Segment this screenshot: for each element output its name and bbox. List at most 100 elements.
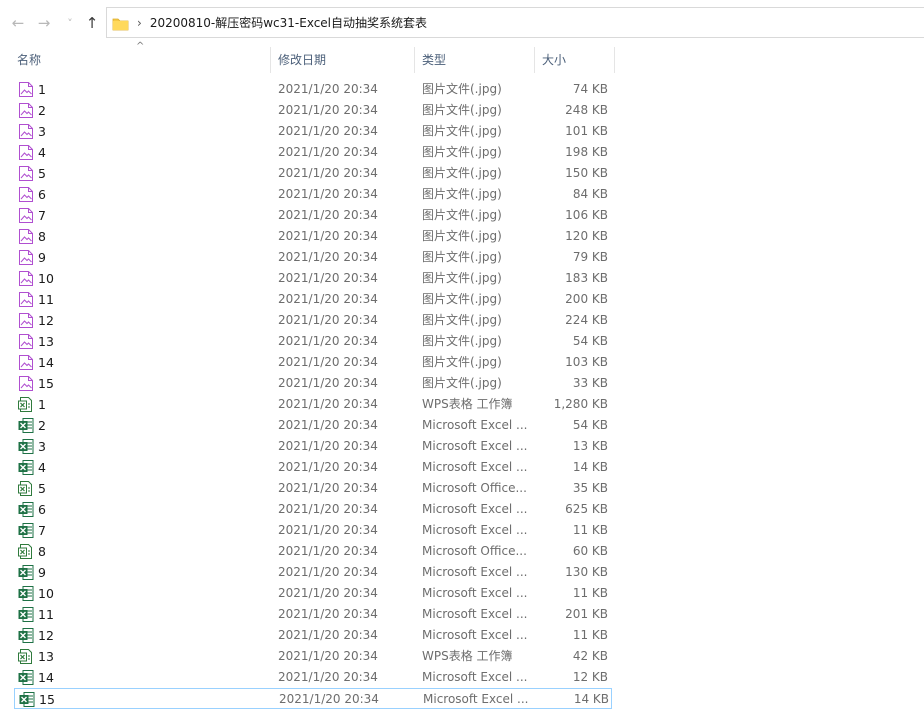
file-size: 42 KB (572, 649, 608, 663)
column-divider[interactable] (614, 47, 615, 73)
file-row[interactable]: 2 2021/1/20 20:34 Microsoft Excel ... 54 KB (14, 415, 612, 436)
file-type: WPS表格 工作簿 (422, 649, 513, 663)
file-type: Microsoft Excel ... (422, 418, 528, 432)
file-size: 150 KB (565, 166, 608, 180)
column-header-size[interactable]: 大小 (536, 47, 614, 73)
file-modified-date: 2021/1/20 20:34 (278, 313, 378, 327)
file-name: 14 (38, 355, 54, 370)
file-row[interactable]: 12 2021/1/20 20:34 图片文件(.jpg) 224 KB (14, 310, 612, 331)
file-row[interactable]: 11 2021/1/20 20:34 图片文件(.jpg) 200 KB (14, 289, 612, 310)
file-name: 3 (38, 124, 46, 139)
file-modified-date: 2021/1/20 20:34 (278, 250, 378, 264)
excel-icon (18, 522, 34, 539)
file-modified-date: 2021/1/20 20:34 (278, 502, 378, 516)
excel-icon (18, 501, 34, 518)
file-modified-date: 2021/1/20 20:34 (278, 544, 378, 558)
file-modified-date: 2021/1/20 20:34 (278, 523, 378, 537)
file-modified-date: 2021/1/20 20:34 (278, 292, 378, 306)
file-modified-date: 2021/1/20 20:34 (278, 649, 378, 663)
file-row[interactable]: 1 2021/1/20 20:34 WPS表格 工作簿 1,280 KB (14, 394, 612, 415)
file-name: 8 (38, 229, 46, 244)
column-header-date[interactable]: 修改日期 (272, 47, 414, 73)
file-size: 79 KB (572, 250, 608, 264)
image-icon (18, 270, 34, 287)
column-header-type[interactable]: 类型 (416, 47, 534, 73)
file-row[interactable]: 5 2021/1/20 20:34 图片文件(.jpg) 150 KB (14, 163, 612, 184)
file-modified-date: 2021/1/20 20:34 (278, 208, 378, 222)
file-size: 14 KB (573, 692, 609, 706)
file-modified-date: 2021/1/20 20:34 (278, 145, 378, 159)
file-name: 2 (38, 103, 46, 118)
file-type: 图片文件(.jpg) (422, 334, 502, 348)
file-row[interactable]: 7 2021/1/20 20:34 图片文件(.jpg) 106 KB (14, 205, 612, 226)
file-row[interactable]: 15 2021/1/20 20:34 图片文件(.jpg) 33 KB (14, 373, 612, 394)
file-modified-date: 2021/1/20 20:34 (278, 334, 378, 348)
file-row[interactable]: 14 2021/1/20 20:34 图片文件(.jpg) 103 KB (14, 352, 612, 373)
recent-locations-chevron-icon[interactable]: ˅ (62, 14, 78, 32)
file-row[interactable]: 10 2021/1/20 20:34 Microsoft Excel ... 11 K… (14, 583, 612, 604)
up-arrow-icon[interactable]: ↑ (84, 14, 100, 32)
file-type: Microsoft Excel ... (422, 670, 528, 684)
file-row[interactable]: 2 2021/1/20 20:34 图片文件(.jpg) 248 KB (14, 100, 612, 121)
image-icon (18, 123, 34, 140)
file-name: 9 (38, 250, 46, 265)
forward-arrow-icon[interactable]: → (36, 14, 52, 32)
file-row[interactable]: 11 2021/1/20 20:34 Microsoft Excel ... 201 … (14, 604, 612, 625)
file-row[interactable]: 9 2021/1/20 20:34 Microsoft Excel ... 130 K… (14, 562, 612, 583)
navigation-bar: ← → ˅ ↑ › 20200810-解压密码wc31-Excel自动抽奖系统套… (0, 0, 924, 46)
address-bar[interactable]: › 20200810-解压密码wc31-Excel自动抽奖系统套表 (106, 7, 924, 38)
file-name: 15 (39, 692, 55, 707)
file-modified-date: 2021/1/20 20:34 (278, 166, 378, 180)
excel-icon (18, 564, 34, 581)
breadcrumb-current-folder[interactable]: 20200810-解压密码wc31-Excel自动抽奖系统套表 (150, 14, 427, 31)
file-size: 248 KB (565, 103, 608, 117)
file-row[interactable]: 1 2021/1/20 20:34 图片文件(.jpg) 74 KB (14, 79, 612, 100)
file-row[interactable]: 6 2021/1/20 20:34 Microsoft Excel ... 625 K… (14, 499, 612, 520)
file-row-selected[interactable]: 15 2021/1/20 20:34 Microsoft Excel ... 14 K… (14, 688, 612, 709)
column-divider[interactable] (414, 47, 415, 73)
excel-icon (18, 627, 34, 644)
file-modified-date: 2021/1/20 20:34 (278, 229, 378, 243)
file-size: 35 KB (572, 481, 608, 495)
file-modified-date: 2021/1/20 20:34 (278, 397, 378, 411)
file-row[interactable]: 4 2021/1/20 20:34 Microsoft Excel ... 14 KB (14, 457, 612, 478)
file-modified-date: 2021/1/20 20:34 (278, 586, 378, 600)
file-type: 图片文件(.jpg) (422, 124, 502, 138)
file-row[interactable]: 3 2021/1/20 20:34 Microsoft Excel ... 13 KB (14, 436, 612, 457)
file-type: Microsoft Excel ... (422, 607, 528, 621)
file-name: 13 (38, 334, 54, 349)
file-type: Microsoft Office... (422, 544, 527, 558)
file-row[interactable]: 13 2021/1/20 20:34 WPS表格 工作簿 42 KB (14, 646, 612, 667)
file-row[interactable]: 14 2021/1/20 20:34 Microsoft Excel ... 12 K… (14, 667, 612, 688)
file-row[interactable]: 5 2021/1/20 20:34 Microsoft Office... 35 KB (14, 478, 612, 499)
file-size: 14 KB (572, 460, 608, 474)
file-row[interactable]: 3 2021/1/20 20:34 图片文件(.jpg) 101 KB (14, 121, 612, 142)
file-type: 图片文件(.jpg) (422, 271, 502, 285)
file-row[interactable]: 8 2021/1/20 20:34 Microsoft Office... 60 KB (14, 541, 612, 562)
image-icon (18, 165, 34, 182)
file-size: 54 KB (572, 334, 608, 348)
file-row[interactable]: 4 2021/1/20 20:34 图片文件(.jpg) 198 KB (14, 142, 612, 163)
column-divider[interactable] (534, 47, 535, 73)
file-row[interactable]: 13 2021/1/20 20:34 图片文件(.jpg) 54 KB (14, 331, 612, 352)
breadcrumb-separator[interactable]: › (137, 16, 142, 30)
back-arrow-icon[interactable]: ← (10, 14, 26, 32)
file-size: 11 KB (572, 523, 608, 537)
file-row[interactable]: 10 2021/1/20 20:34 图片文件(.jpg) 183 KB (14, 268, 612, 289)
file-type: 图片文件(.jpg) (422, 145, 502, 159)
file-row[interactable]: 12 2021/1/20 20:34 Microsoft Excel ... 11 K… (14, 625, 612, 646)
file-row[interactable]: 9 2021/1/20 20:34 图片文件(.jpg) 79 KB (14, 247, 612, 268)
file-name: 13 (38, 649, 54, 664)
file-modified-date: 2021/1/20 20:34 (278, 103, 378, 117)
file-row[interactable]: 7 2021/1/20 20:34 Microsoft Excel ... 11 KB (14, 520, 612, 541)
column-divider[interactable] (270, 47, 271, 73)
file-name: 12 (38, 628, 54, 643)
file-row[interactable]: 6 2021/1/20 20:34 图片文件(.jpg) 84 KB (14, 184, 612, 205)
file-size: 1,280 KB (553, 397, 608, 411)
file-row[interactable]: 8 2021/1/20 20:34 图片文件(.jpg) 120 KB (14, 226, 612, 247)
file-name: 6 (38, 502, 46, 517)
file-name: 9 (38, 565, 46, 580)
file-size: 13 KB (572, 439, 608, 453)
image-icon (18, 312, 34, 329)
column-header-name[interactable]: 名称 (11, 47, 269, 73)
